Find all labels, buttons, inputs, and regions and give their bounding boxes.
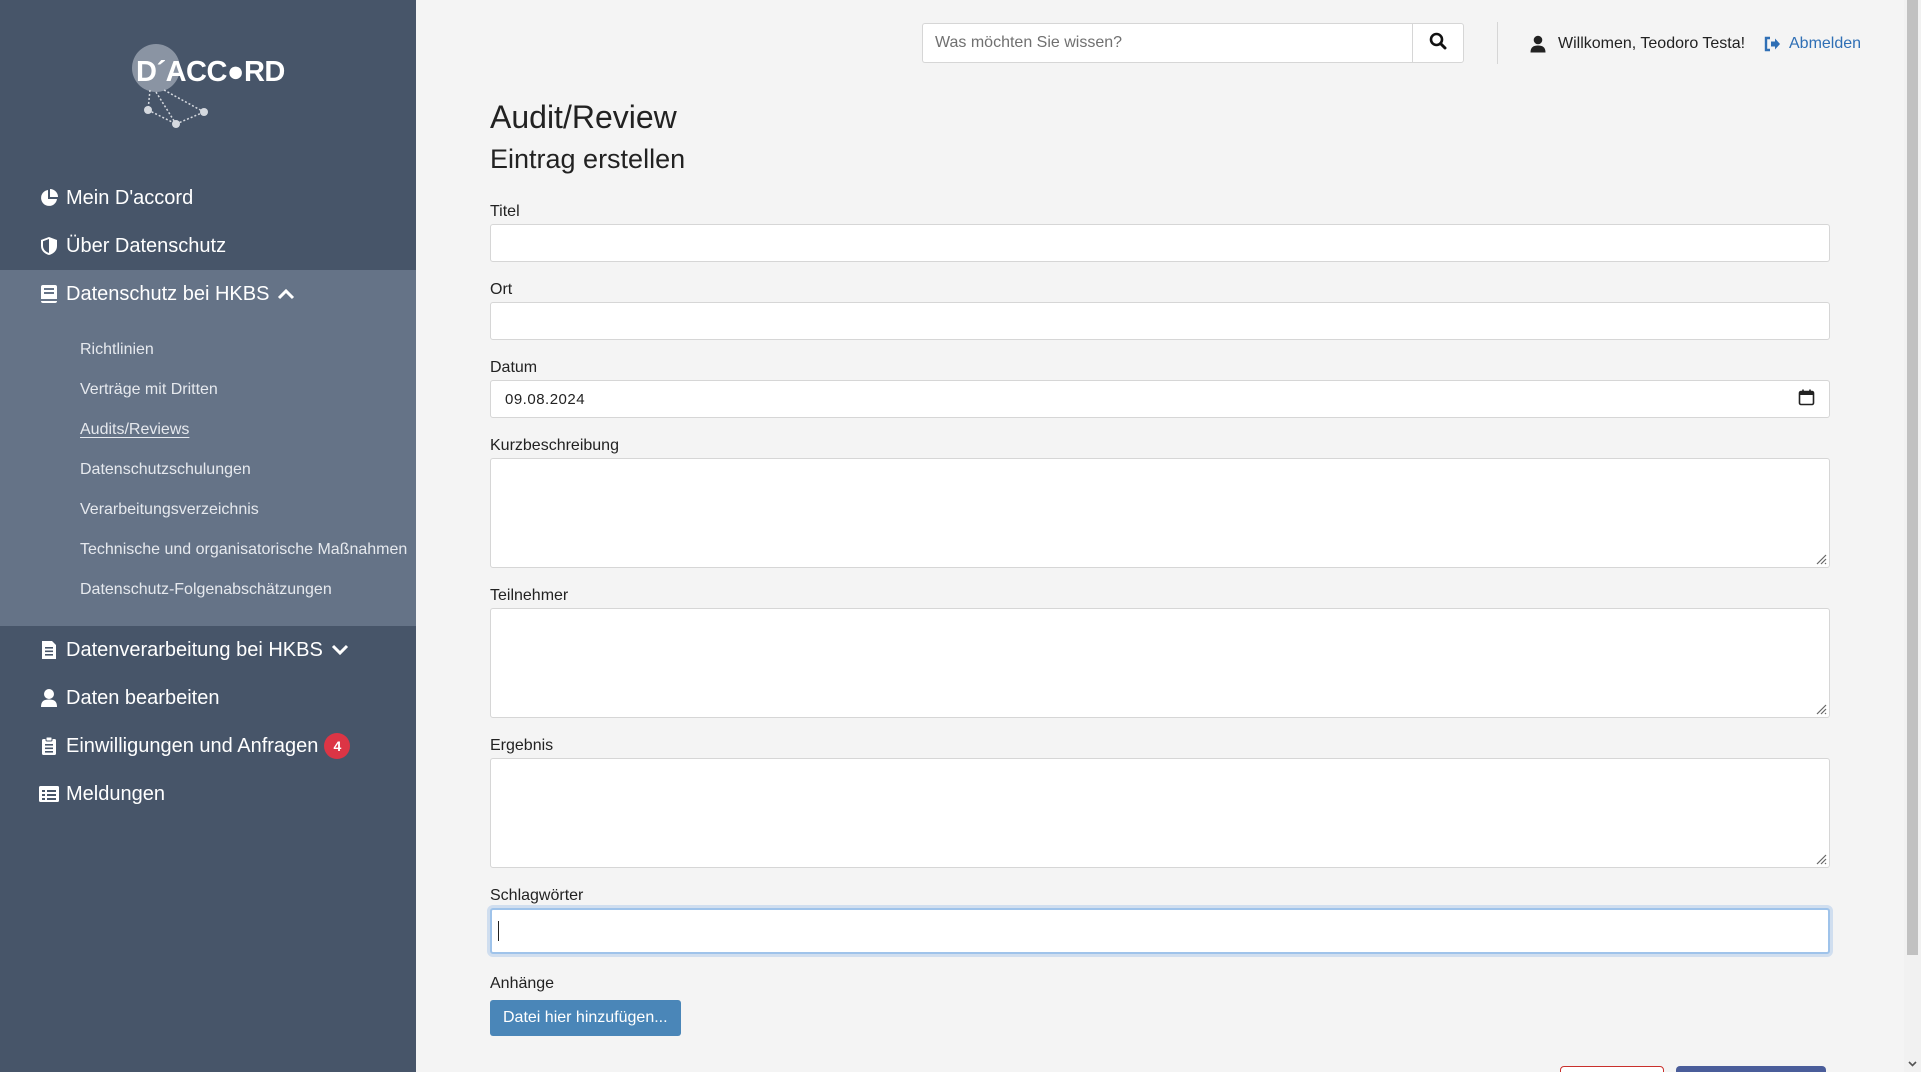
document-icon	[38, 639, 60, 661]
page-subtitle: Eintrag erstellen	[490, 144, 686, 174]
scrollbar-thumb[interactable]	[1907, 0, 1918, 955]
logout-link[interactable]: Abmelden	[1764, 30, 1861, 58]
calendar-icon[interactable]	[1798, 389, 1815, 410]
sidebar: D´ACC●RD Mein D'accord Über Datenschutz …	[0, 0, 416, 1072]
scroll-down-arrow-icon[interactable]	[1908, 1059, 1917, 1068]
field-datum: Datum 09.08.2024	[490, 356, 1830, 418]
user-icon	[38, 687, 60, 709]
sidebar-item-label: Daten bearbeiten	[66, 686, 220, 709]
subnav-item-audits-reviews[interactable]: Audits/Reviews	[0, 410, 416, 450]
sidebar-item-ueber-datenschutz[interactable]: Über Datenschutz	[0, 222, 416, 270]
subnav-item-dsfa[interactable]: Datenschutz-Folgenabschätzungen	[0, 570, 416, 610]
sidebar-item-label: Datenschutz bei HKBS	[66, 282, 270, 305]
user-greeting: Willkomen, Teodoro Testa!	[1530, 30, 1745, 58]
sidebar-item-label: Mein D'accord	[66, 186, 194, 209]
clipboard-icon	[38, 735, 60, 757]
resize-grip-icon[interactable]	[1815, 553, 1827, 565]
sidebar-item-einwilligungen[interactable]: Einwilligungen und Anfragen 4	[0, 722, 416, 770]
pie-chart-icon	[38, 187, 60, 209]
sidebar-item-meldungen[interactable]: Meldungen	[0, 770, 416, 818]
subnav-item-schulungen[interactable]: Datenschutzschulungen	[0, 450, 416, 490]
field-ergebnis: Ergebnis	[490, 734, 1830, 868]
kurzbeschreibung-textarea[interactable]	[490, 458, 1830, 568]
page-title: Audit/Review	[490, 99, 677, 135]
datum-label: Datum	[490, 359, 538, 376]
ergebnis-label: Ergebnis	[490, 737, 554, 754]
search-button[interactable]	[1412, 23, 1464, 63]
save-button[interactable]	[1676, 1066, 1826, 1072]
sidebar-item-mein-daccord[interactable]: Mein D'accord	[0, 174, 416, 222]
schlagwoerter-label: Schlagwörter	[490, 887, 584, 904]
search-input[interactable]	[922, 23, 1412, 63]
field-ort: Ort	[490, 278, 1830, 340]
titel-input[interactable]	[490, 224, 1830, 262]
sidebar-item-datenverarbeitung-hkbs[interactable]: Datenverarbeitung bei HKBS	[0, 626, 416, 674]
datum-value: 09.08.2024	[505, 390, 586, 408]
field-kurzbeschreibung: Kurzbeschreibung	[490, 434, 1830, 568]
user-icon	[1530, 35, 1546, 53]
teilnehmer-textarea[interactable]	[490, 608, 1830, 718]
sidebar-item-label: Über Datenschutz	[66, 234, 227, 257]
add-file-button[interactable]: Datei hier hinzufügen...	[490, 1000, 681, 1036]
search-icon	[1429, 32, 1447, 55]
welcome-text: Willkomen, Teodoro Testa!	[1558, 35, 1746, 52]
sidebar-nav: Mein D'accord Über Datenschutz Datenschu…	[0, 174, 416, 818]
logo-text: D´ACC●RD	[136, 56, 285, 88]
logo-graphic-icon	[132, 44, 208, 128]
field-anhaenge: Anhänge Datei hier hinzufügen...	[490, 972, 1830, 1036]
anhaenge-label: Anhänge	[490, 975, 555, 992]
schlagwoerter-input[interactable]	[490, 908, 1830, 954]
sidebar-item-label: Meldungen	[66, 782, 165, 805]
chevron-up-icon	[277, 287, 295, 301]
ergebnis-textarea[interactable]	[490, 758, 1830, 868]
field-titel: Titel	[490, 200, 1830, 262]
subnav-item-verarbeitungsverzeichnis[interactable]: Verarbeitungsverzeichnis	[0, 490, 416, 530]
search-bar	[922, 23, 1464, 63]
ort-label: Ort	[490, 281, 513, 298]
chevron-down-icon	[331, 643, 349, 657]
resize-grip-icon[interactable]	[1815, 703, 1827, 715]
main-content: Audit/Review Eintrag erstellen	[490, 95, 1830, 179]
sidebar-item-label: Einwilligungen und Anfragen	[66, 734, 319, 757]
cancel-button[interactable]	[1560, 1066, 1664, 1072]
teilnehmer-label: Teilnehmer	[490, 587, 569, 604]
kurzbeschreibung-label: Kurzbeschreibung	[490, 437, 619, 454]
resize-grip-icon[interactable]	[1815, 853, 1827, 865]
datum-input[interactable]: 09.08.2024	[490, 380, 1830, 418]
sidebar-expanded-section: Datenschutz bei HKBS Richtlinien Verträg…	[0, 270, 416, 626]
logout-label: Abmelden	[1789, 35, 1862, 52]
notification-badge: 4	[324, 733, 351, 759]
ort-input[interactable]	[490, 302, 1830, 340]
vertical-scrollbar[interactable]	[1904, 0, 1921, 1072]
sidebar-item-datenschutz-hkbs[interactable]: Datenschutz bei HKBS	[0, 270, 416, 318]
subnav-item-richtlinien[interactable]: Richtlinien	[0, 330, 416, 370]
header-divider	[1497, 22, 1498, 64]
sign-out-icon	[1764, 36, 1781, 52]
text-caret	[498, 921, 499, 941]
subnav-item-vertraege[interactable]: Verträge mit Dritten	[0, 370, 416, 410]
brand-logo[interactable]: D´ACC●RD	[128, 40, 288, 140]
sidebar-item-label: Datenverarbeitung bei HKBS	[66, 638, 323, 661]
subnav-item-tom[interactable]: Technische und organisatorische Maßnahme…	[0, 530, 416, 570]
book-icon	[38, 283, 60, 305]
sidebar-item-daten-bearbeiten[interactable]: Daten bearbeiten	[0, 674, 416, 722]
list-alt-icon	[38, 783, 60, 805]
shield-icon	[38, 235, 60, 257]
titel-label: Titel	[490, 203, 520, 220]
field-teilnehmer: Teilnehmer	[490, 584, 1830, 718]
field-schlagwoerter: Schlagwörter	[490, 884, 1830, 954]
